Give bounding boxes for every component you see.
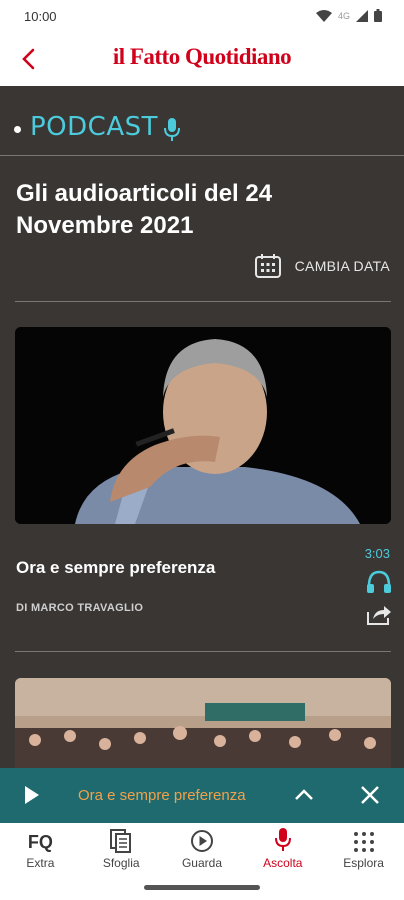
wifi-icon — [315, 9, 332, 22]
date-divider — [15, 301, 391, 302]
logo[interactable]: il Fatto Quotidiano — [0, 44, 404, 70]
pages-icon — [110, 829, 132, 853]
status-bar: 10:00 4G — [0, 0, 404, 34]
article-photo — [15, 678, 391, 768]
podcast-content: PODCAST Gli audioarticoli del 24 Novembr… — [0, 86, 404, 768]
section-divider — [0, 155, 404, 156]
section-label: PODCAST — [30, 112, 158, 142]
battery-icon — [374, 9, 382, 22]
grid-dots-icon — [353, 832, 374, 852]
tab-label: Sfoglia — [102, 856, 140, 870]
chevron-up-icon — [295, 789, 313, 800]
microphone-icon — [274, 828, 291, 851]
tab-esplora[interactable]: Esplora — [323, 823, 404, 877]
change-date-button[interactable]: CAMBIA DATA — [254, 254, 390, 278]
section-bullet — [14, 126, 21, 133]
signal-icon — [356, 9, 368, 22]
home-gesture-bar[interactable] — [144, 885, 260, 890]
page-title: Gli audioarticoli del 24 Novembre 2021 — [16, 180, 273, 239]
microphone-icon — [164, 118, 180, 141]
share-icon — [367, 606, 391, 625]
article-photo — [15, 327, 391, 524]
listen-button[interactable] — [366, 570, 392, 599]
tab-ascolta[interactable]: Ascolta — [242, 823, 323, 877]
tab-label: Extra — [26, 856, 55, 870]
close-icon — [361, 786, 379, 804]
article-author: DI MARCO TRAVAGLIO — [16, 602, 144, 614]
play-icon — [25, 786, 39, 804]
status-icons: 4G — [315, 9, 382, 22]
tab-label: Guarda — [181, 856, 222, 870]
change-date-label: CAMBIA DATA — [294, 258, 390, 274]
section-header: PODCAST — [0, 110, 404, 146]
bottom-tab-bar: FQ Extra Sfoglia Guarda Ascolta Esplora — [0, 823, 404, 877]
tab-sfoglia[interactable]: Sfoglia — [81, 823, 162, 877]
fq-icon: FQ — [27, 832, 53, 852]
tab-guarda[interactable]: Guarda — [162, 823, 243, 877]
article-title[interactable]: Ora e sempre preferenza — [16, 558, 215, 578]
mini-player: Ora e sempre preferenza — [0, 768, 404, 823]
system-nav-bar — [0, 877, 404, 900]
app-header: il Fatto Quotidiano — [0, 34, 404, 86]
headphones-icon — [367, 570, 391, 593]
calendar-icon — [254, 254, 281, 278]
expand-player-button[interactable] — [292, 784, 316, 811]
tab-extra[interactable]: FQ Extra — [0, 823, 81, 877]
status-time: 10:00 — [24, 9, 57, 24]
close-player-button[interactable] — [358, 783, 382, 812]
player-title[interactable]: Ora e sempre preferenza — [78, 787, 246, 804]
article-divider — [15, 651, 391, 652]
article-image[interactable] — [15, 678, 391, 768]
share-button[interactable] — [366, 604, 392, 631]
tab-label: Ascolta — [263, 856, 303, 870]
article-duration: 3:03 — [364, 546, 390, 561]
network-type: 4G — [337, 10, 350, 21]
play-circle-icon — [190, 830, 213, 852]
tab-label: Esplora — [343, 856, 384, 870]
article-image[interactable] — [15, 327, 391, 524]
play-button[interactable] — [22, 784, 42, 811]
